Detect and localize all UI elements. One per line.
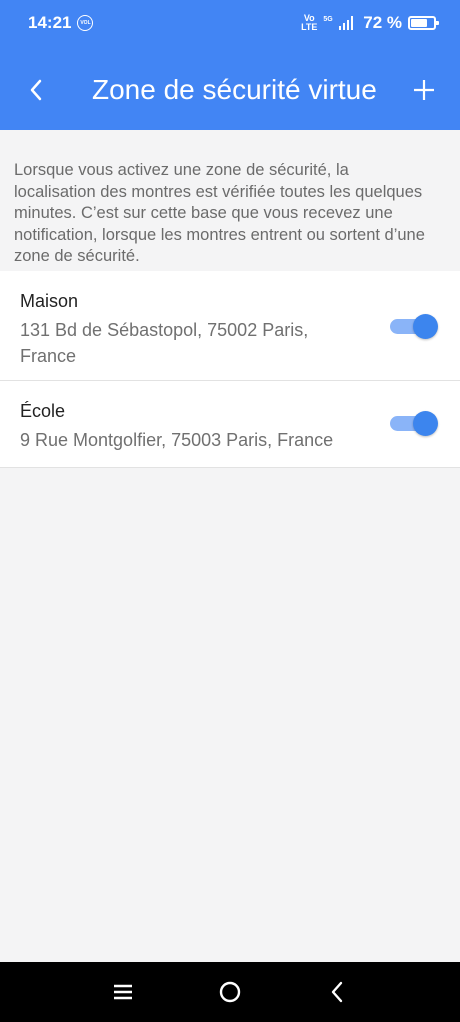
zone-toggle-maison[interactable] (390, 314, 438, 339)
zone-address: 131 Bd de Sébastopol, 75002 Paris, Franc… (20, 320, 309, 366)
zone-name: École (20, 401, 66, 421)
recent-apps-button[interactable] (99, 968, 147, 1016)
system-back-button[interactable] (313, 968, 361, 1016)
zone-name: Maison (20, 291, 79, 311)
add-zone-button[interactable] (388, 60, 460, 120)
zone-address: 9 Rue Montgolfier, 75003 Paris, France (20, 430, 334, 450)
system-nav-bar (0, 962, 460, 1022)
signal-icon (338, 16, 354, 30)
app-header: 14:21 VOL Vo LTE 5G 72 % Zone de sécurit… (0, 0, 460, 130)
battery-icon (408, 16, 439, 30)
info-line: notification, lorsque les montres entren… (14, 225, 425, 244)
info-line: zone de sécurité. (14, 247, 140, 265)
back-triangle-icon (331, 981, 342, 1003)
battery-percent: 72 % (363, 13, 402, 32)
status-indicators: Vo LTE 5G 72 % (301, 13, 439, 33)
info-line: Lorsque vous activez une zone de sécurit… (14, 161, 349, 179)
zone-toggle-ecole[interactable] (390, 411, 438, 436)
lte-label: LTE (301, 22, 318, 32)
toggle-knob (413, 411, 438, 436)
zone-item-maison[interactable]: Maison 131 Bd de Sébastopol, 75002 Paris… (0, 271, 460, 381)
battery-fill (411, 19, 427, 27)
notification-icon: VOL (77, 15, 94, 31)
plus-icon (414, 80, 434, 100)
info-line: localisation des montres est vérifiée to… (14, 182, 423, 201)
status-time: 14:21 (28, 13, 72, 32)
zone-list: Maison 131 Bd de Sébastopol, 75002 Paris… (0, 271, 460, 468)
page-title: Zone de sécurité virtue (92, 74, 377, 105)
network-gen-label: 5G (323, 16, 333, 23)
toggle-knob (413, 314, 438, 339)
zone-item-ecole[interactable]: École 9 Rue Montgolfier, 75003 Paris, Fr… (0, 381, 460, 468)
info-description: Lorsque vous activez une zone de sécurit… (14, 160, 460, 268)
menu-icon (114, 984, 133, 1000)
home-button[interactable] (206, 968, 254, 1016)
chevron-left-icon (30, 79, 42, 101)
toolbar: Zone de sécurité virtue (0, 60, 460, 120)
home-circle-icon (219, 981, 241, 1003)
back-button[interactable] (0, 60, 72, 120)
status-bar: 14:21 VOL Vo LTE 5G 72 % (0, 0, 460, 46)
info-line: minutes. C’est sur cette base que vous r… (14, 204, 393, 222)
volte-icon: Vo LTE (301, 14, 317, 32)
